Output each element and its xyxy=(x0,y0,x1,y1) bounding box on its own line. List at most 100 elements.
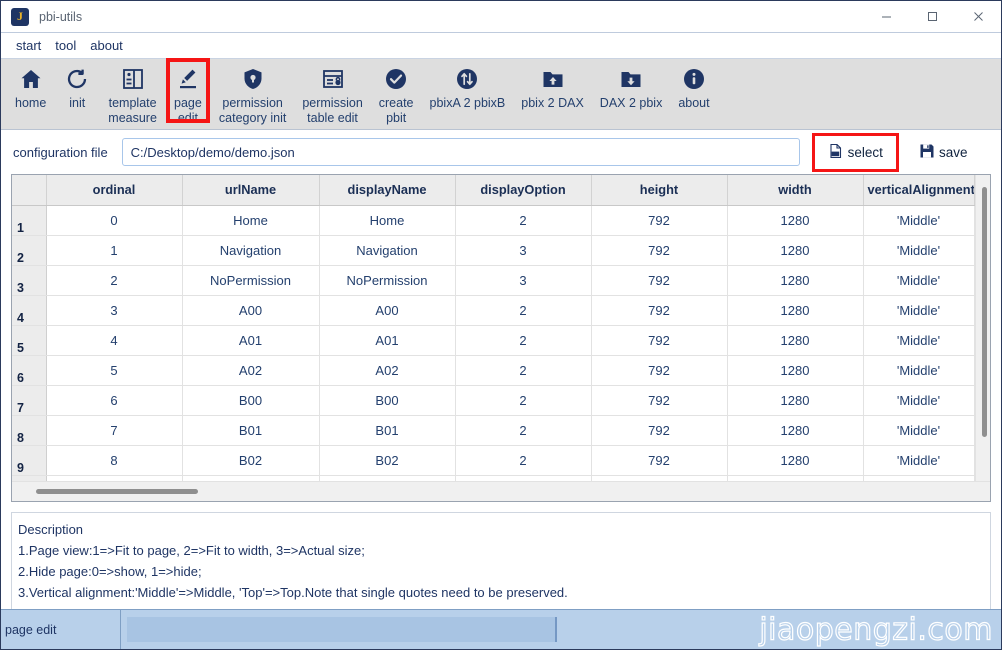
cell-urlname[interactable]: NoPermission xyxy=(182,265,320,296)
table-row[interactable]: 1 0 Home Home 2 792 1280 'Middle' xyxy=(12,205,975,236)
table-row[interactable]: 6 5 A02 A02 2 792 1280 'Middle' xyxy=(12,355,975,386)
table-row[interactable]: 9 8 B02 B02 2 792 1280 'Middle' xyxy=(12,445,975,476)
cell-displayoption[interactable]: 3 xyxy=(455,265,592,296)
cell-displayoption[interactable]: 3 xyxy=(455,235,592,266)
cell-ordinal[interactable]: 8 xyxy=(46,445,183,476)
cell-verticalalignment[interactable]: 'Middle' xyxy=(863,325,975,356)
status-progress-field[interactable] xyxy=(127,617,557,642)
table-row[interactable]: 5 4 A01 A01 2 792 1280 'Middle' xyxy=(12,325,975,356)
cell-height[interactable]: 792 xyxy=(591,235,728,266)
cell-verticalalignment[interactable]: 'Middle' xyxy=(863,385,975,416)
configuration-file-input[interactable]: C:/Desktop/demo/demo.json xyxy=(121,138,800,166)
cell-displayoption[interactable]: 2 xyxy=(455,325,592,356)
toolbar-button-pbixa-2-pbixb[interactable]: pbixA 2 pbixB xyxy=(422,59,514,130)
cell-ordinal[interactable]: 7 xyxy=(46,415,183,446)
cell-height[interactable]: 792 xyxy=(591,385,728,416)
table-row[interactable]: 4 3 A00 A00 2 792 1280 'Middle' xyxy=(12,295,975,326)
cell-urlname[interactable]: A00 xyxy=(182,295,320,326)
cell-displayname[interactable]: B00 xyxy=(319,385,456,416)
cell-height[interactable]: 792 xyxy=(591,265,728,296)
cell-verticalalignment[interactable]: 'Middle' xyxy=(863,415,975,446)
cell-displayname[interactable]: NoPermission xyxy=(319,265,456,296)
cell-height[interactable]: 792 xyxy=(591,445,728,476)
cell-width[interactable]: 1280 xyxy=(727,385,864,416)
cell-height[interactable]: 792 xyxy=(591,415,728,446)
toolbar-button-about[interactable]: about xyxy=(670,59,717,130)
cell-displayoption[interactable]: 2 xyxy=(455,295,592,326)
cell-displayname[interactable]: Navigation xyxy=(319,235,456,266)
menu-item-start[interactable]: start xyxy=(9,35,48,56)
cell-ordinal[interactable]: 4 xyxy=(46,325,183,356)
toolbar-button-init[interactable]: init xyxy=(54,59,100,130)
cell-width[interactable]: 1280 xyxy=(727,265,864,296)
cell-height[interactable]: 792 xyxy=(591,325,728,356)
cell-verticalalignment[interactable]: 'Middle' xyxy=(863,295,975,326)
maximize-icon[interactable] xyxy=(909,1,955,33)
cell-width[interactable]: 1280 xyxy=(727,355,864,386)
minimize-icon[interactable] xyxy=(863,1,909,33)
cell-urlname[interactable]: B01 xyxy=(182,415,320,446)
toolbar-button-page-edit[interactable]: page edit xyxy=(165,58,211,130)
cell-height[interactable]: 792 xyxy=(591,205,728,236)
table-row[interactable]: 2 1 Navigation Navigation 3 792 1280 'Mi… xyxy=(12,235,975,266)
cell-urlname[interactable]: A01 xyxy=(182,325,320,356)
toolbar-button-pbix-2-dax[interactable]: pbix 2 DAX xyxy=(513,59,592,130)
cell-displayoption[interactable]: 2 xyxy=(455,355,592,386)
cell-height[interactable]: 792 xyxy=(591,355,728,386)
table-vertical-scrollbar[interactable] xyxy=(974,175,990,481)
cell-width[interactable]: 1280 xyxy=(727,235,864,266)
cell-urlname[interactable]: B00 xyxy=(182,385,320,416)
column-header-ordinal[interactable]: ordinal xyxy=(46,175,183,206)
cell-width[interactable]: 1280 xyxy=(727,415,864,446)
cell-displayname[interactable]: B02 xyxy=(319,445,456,476)
cell-height[interactable]: 792 xyxy=(591,295,728,326)
column-header-urlname[interactable]: urlName xyxy=(182,175,320,206)
cell-width[interactable]: 1280 xyxy=(727,445,864,476)
horizontal-scrollbar-thumb[interactable] xyxy=(36,489,198,494)
cell-width[interactable]: 1280 xyxy=(727,295,864,326)
save-button[interactable]: save xyxy=(911,139,976,166)
cell-displayname[interactable]: A01 xyxy=(319,325,456,356)
cell-urlname[interactable]: B02 xyxy=(182,445,320,476)
cell-ordinal[interactable]: 3 xyxy=(46,295,183,326)
table-row[interactable]: 7 6 B00 B00 2 792 1280 'Middle' xyxy=(12,385,975,416)
cell-displayoption[interactable]: 2 xyxy=(455,205,592,236)
cell-displayname[interactable]: A00 xyxy=(319,295,456,326)
column-header-width[interactable]: width xyxy=(727,175,864,206)
column-header-verticalalignment[interactable]: verticalAlignment xyxy=(863,175,975,206)
menu-item-about[interactable]: about xyxy=(83,35,130,56)
cell-verticalalignment[interactable]: 'Middle' xyxy=(863,205,975,236)
cell-urlname[interactable]: Home xyxy=(182,205,320,236)
cell-urlname[interactable]: A02 xyxy=(182,355,320,386)
toolbar-button-home[interactable]: home xyxy=(7,59,54,130)
column-header-height[interactable]: height xyxy=(591,175,728,206)
table-horizontal-scrollbar[interactable] xyxy=(12,481,990,501)
select-button[interactable]: select xyxy=(811,132,900,172)
toolbar-button-template-measure[interactable]: template measure xyxy=(100,59,165,130)
column-header-displayoption[interactable]: displayOption xyxy=(455,175,592,206)
column-header-displayname[interactable]: displayName xyxy=(319,175,456,206)
table-row[interactable]: 8 7 B01 B01 2 792 1280 'Middle' xyxy=(12,415,975,446)
cell-displayoption[interactable]: 2 xyxy=(455,445,592,476)
toolbar-button-permission-category-init[interactable]: permission category init xyxy=(211,59,294,130)
cell-ordinal[interactable]: 5 xyxy=(46,355,183,386)
cell-ordinal[interactable]: 2 xyxy=(46,265,183,296)
menu-item-tool[interactable]: tool xyxy=(48,35,83,56)
close-icon[interactable] xyxy=(955,1,1001,33)
toolbar-button-dax-2-pbix[interactable]: DAX 2 pbix xyxy=(592,59,671,130)
cell-width[interactable]: 1280 xyxy=(727,325,864,356)
toolbar-button-create-pbit[interactable]: create pbit xyxy=(371,59,422,130)
cell-displayname[interactable]: B01 xyxy=(319,415,456,446)
cell-displayoption[interactable]: 2 xyxy=(455,385,592,416)
cell-displayoption[interactable]: 2 xyxy=(455,415,592,446)
table-row[interactable]: 3 2 NoPermission NoPermission 3 792 1280… xyxy=(12,265,975,296)
cell-verticalalignment[interactable]: 'Middle' xyxy=(863,265,975,296)
cell-ordinal[interactable]: 6 xyxy=(46,385,183,416)
cell-verticalalignment[interactable]: 'Middle' xyxy=(863,235,975,266)
cell-ordinal[interactable]: 1 xyxy=(46,235,183,266)
cell-verticalalignment[interactable]: 'Middle' xyxy=(863,355,975,386)
cell-width[interactable]: 1280 xyxy=(727,205,864,236)
cell-ordinal[interactable]: 0 xyxy=(46,205,183,236)
cell-displayname[interactable]: Home xyxy=(319,205,456,236)
toolbar-button-permission-table-edit[interactable]: permission table edit xyxy=(294,59,370,130)
